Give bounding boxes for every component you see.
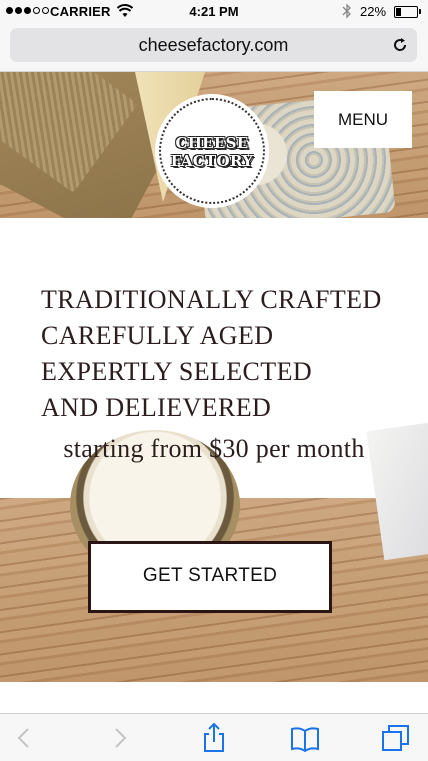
browser-address-area: cheesefactory.com — [0, 24, 428, 72]
headline-line: CAREFULLY AGED — [41, 321, 274, 350]
bluetooth-icon — [342, 3, 352, 22]
hero-headline: TRADITIONALLY CRAFTED CAREFULLY AGED EXP… — [41, 282, 382, 426]
address-bar[interactable]: cheesefactory.com — [10, 28, 417, 62]
share-icon[interactable] — [198, 722, 230, 754]
battery-icon — [394, 6, 418, 18]
get-started-label: GET STARTED — [142, 565, 278, 586]
headline-line: AND DELIEVERED — [41, 393, 272, 422]
logo-line-1: CHEESE — [175, 134, 249, 152]
browser-toolbar — [0, 713, 428, 761]
url-text[interactable]: cheesefactory.com — [10, 28, 417, 62]
battery-fill — [396, 8, 401, 16]
menu-button[interactable]: MENU — [314, 91, 412, 148]
cheese-factory-logo[interactable]: CHEESE FACTORY — [155, 94, 269, 208]
get-started-button[interactable]: GET STARTED — [88, 541, 332, 613]
page-below-hero — [0, 682, 428, 713]
tabs-icon[interactable] — [380, 722, 412, 754]
back-icon[interactable] — [8, 722, 40, 754]
headline-line: EXPERTLY SELECTED — [41, 357, 313, 386]
logo-text: CHEESE FACTORY — [155, 134, 269, 170]
bookmarks-icon[interactable] — [289, 722, 321, 754]
forward-icon[interactable] — [104, 722, 136, 754]
price-tagline: starting from $30 per month — [63, 434, 365, 463]
headline-line: TRADITIONALLY CRAFTED — [41, 285, 382, 314]
status-bar: CARRIER 4:21 PM 22% — [0, 0, 428, 24]
logo-line-2: FACTORY — [170, 152, 254, 170]
reload-icon[interactable] — [391, 36, 409, 54]
battery-cap — [419, 9, 421, 14]
battery-percentage: 22% — [360, 4, 387, 19]
